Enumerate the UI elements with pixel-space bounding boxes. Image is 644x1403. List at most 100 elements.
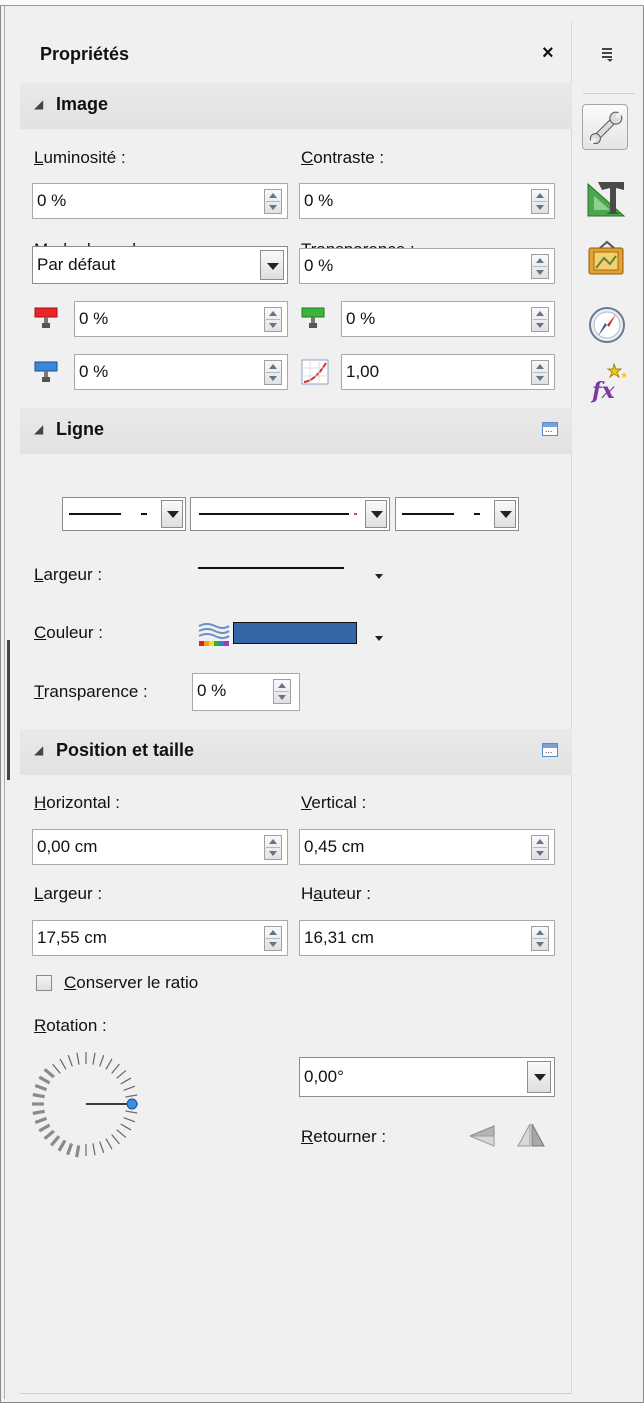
- green-channel-icon: [301, 306, 327, 335]
- chevron-down-icon[interactable]: [494, 500, 516, 528]
- spin-buttons[interactable]: [264, 835, 282, 860]
- more-options-icon[interactable]: [542, 422, 558, 436]
- horizontal-spinfield[interactable]: 0,00 cm: [32, 829, 288, 865]
- rotation-value: 0,00°: [304, 1067, 344, 1086]
- rotation-label: Rotation :: [34, 1016, 107, 1035]
- image-section-header[interactable]: ◢ Image: [20, 83, 572, 129]
- collapse-triangle-icon[interactable]: ◢: [34, 422, 43, 436]
- line-transparency-value: 0 %: [197, 681, 227, 700]
- functions-fx-icon[interactable]: fx: [584, 360, 630, 406]
- collapse-triangle-icon[interactable]: ◢: [34, 97, 43, 111]
- brightness-label: Luminosité :: [34, 148, 126, 167]
- chevron-down-icon[interactable]: [374, 566, 384, 586]
- rotation-select[interactable]: 0,00°: [299, 1057, 555, 1097]
- green-value: 0 %: [346, 309, 376, 328]
- styles-formatting-icon[interactable]: [584, 176, 630, 222]
- gamma-spinfield[interactable]: 1,00: [341, 354, 555, 390]
- dial-tick: [105, 1058, 113, 1070]
- green-spinfield[interactable]: 0 %: [341, 301, 555, 337]
- dial-tick: [125, 1110, 138, 1114]
- spin-buttons[interactable]: [264, 307, 282, 332]
- gallery-icon[interactable]: [584, 238, 630, 284]
- spin-buttons[interactable]: [531, 189, 549, 214]
- chevron-down-icon[interactable]: [161, 500, 183, 528]
- dial-tick: [123, 1117, 136, 1123]
- spin-buttons[interactable]: [531, 254, 549, 279]
- chevron-down-icon[interactable]: [374, 628, 384, 648]
- dial-tick: [116, 1070, 127, 1079]
- spin-buttons[interactable]: [531, 926, 549, 951]
- spin-buttons[interactable]: [531, 835, 549, 860]
- top-border: [0, 0, 644, 6]
- dial-tick: [92, 1143, 96, 1156]
- height-label: Hauteur :: [301, 884, 371, 903]
- dial-tick: [67, 1054, 73, 1067]
- sidebar-menu-icon[interactable]: [600, 45, 616, 68]
- position-section-header[interactable]: ◢ Position et taille: [20, 729, 572, 775]
- image-transparency-spinfield[interactable]: 0 %: [299, 248, 555, 284]
- dial-knob: [126, 1098, 138, 1110]
- panel-title: Propriétés: [40, 44, 130, 64]
- svg-text:fx: fx: [590, 378, 615, 404]
- spin-buttons[interactable]: [273, 679, 291, 704]
- spin-buttons[interactable]: [264, 189, 282, 214]
- dial-tick: [92, 1052, 96, 1065]
- chevron-down-icon[interactable]: [527, 1061, 551, 1093]
- flip-horizontal-icon[interactable]: [516, 1122, 546, 1153]
- spin-buttons[interactable]: [264, 926, 282, 951]
- line-color-icon[interactable]: [197, 620, 231, 653]
- navigator-icon[interactable]: [584, 302, 630, 348]
- line-end-style-select[interactable]: [395, 497, 519, 531]
- dial-tick: [43, 1129, 55, 1140]
- line-color-swatch[interactable]: [233, 622, 357, 644]
- properties-wrench-icon[interactable]: [582, 104, 628, 150]
- height-spinfield[interactable]: 16,31 cm: [299, 920, 555, 956]
- line-section-header[interactable]: ◢ Ligne: [20, 408, 572, 454]
- red-spinfield[interactable]: 0 %: [74, 301, 288, 337]
- dial-tick: [120, 1077, 132, 1085]
- gamma-curve-icon: [301, 359, 329, 390]
- dial-tick: [75, 1145, 81, 1158]
- spin-buttons[interactable]: [531, 307, 549, 332]
- blue-value: 0 %: [79, 362, 109, 381]
- dial-tick: [116, 1129, 127, 1138]
- chevron-down-icon[interactable]: [365, 500, 387, 528]
- line-section-title: Ligne: [56, 419, 104, 439]
- close-icon[interactable]: ×: [542, 42, 554, 65]
- line-width-label: Largeur :: [34, 565, 103, 584]
- collapse-triangle-icon[interactable]: ◢: [34, 743, 43, 757]
- resize-grip[interactable]: [7, 640, 10, 780]
- dial-tick: [32, 1109, 45, 1115]
- dial-tick: [99, 1141, 105, 1154]
- line-start-style-select[interactable]: [62, 497, 186, 531]
- rotation-dial[interactable]: [30, 1048, 142, 1165]
- contrast-label: Contraste :: [301, 148, 385, 167]
- width-label: Largeur :: [34, 884, 103, 903]
- spin-buttons[interactable]: [264, 360, 282, 385]
- dial-tick: [32, 1093, 45, 1099]
- keep-ratio-checkbox[interactable]: [36, 975, 52, 991]
- blue-spinfield[interactable]: 0 %: [74, 354, 288, 390]
- color-mode-select[interactable]: Par défaut: [32, 246, 288, 284]
- flip-vertical-icon[interactable]: [468, 1124, 498, 1153]
- chevron-down-icon[interactable]: [260, 250, 284, 280]
- dial-tick: [105, 1138, 113, 1150]
- width-spinfield[interactable]: 17,55 cm: [32, 920, 288, 956]
- red-channel-icon: [34, 306, 60, 335]
- spin-buttons[interactable]: [531, 360, 549, 385]
- dial-tick: [59, 1058, 67, 1070]
- dial-tick: [111, 1063, 120, 1074]
- gamma-value: 1,00: [346, 362, 380, 381]
- blue-channel-icon: [34, 360, 60, 389]
- vertical-spinfield[interactable]: 0,45 cm: [299, 829, 555, 865]
- dial-tick: [50, 1135, 61, 1147]
- image-section-title: Image: [56, 94, 109, 114]
- line-width-preview[interactable]: [198, 567, 344, 569]
- more-options-icon[interactable]: [542, 743, 558, 757]
- dial-tick: [43, 1068, 55, 1079]
- horizontal-value: 0,00 cm: [37, 837, 98, 856]
- brightness-spinfield[interactable]: 0 %: [32, 183, 288, 219]
- line-transparency-spinfield[interactable]: 0 %: [192, 673, 300, 711]
- line-style-select[interactable]: [190, 497, 390, 531]
- contrast-spinfield[interactable]: 0 %: [299, 183, 555, 219]
